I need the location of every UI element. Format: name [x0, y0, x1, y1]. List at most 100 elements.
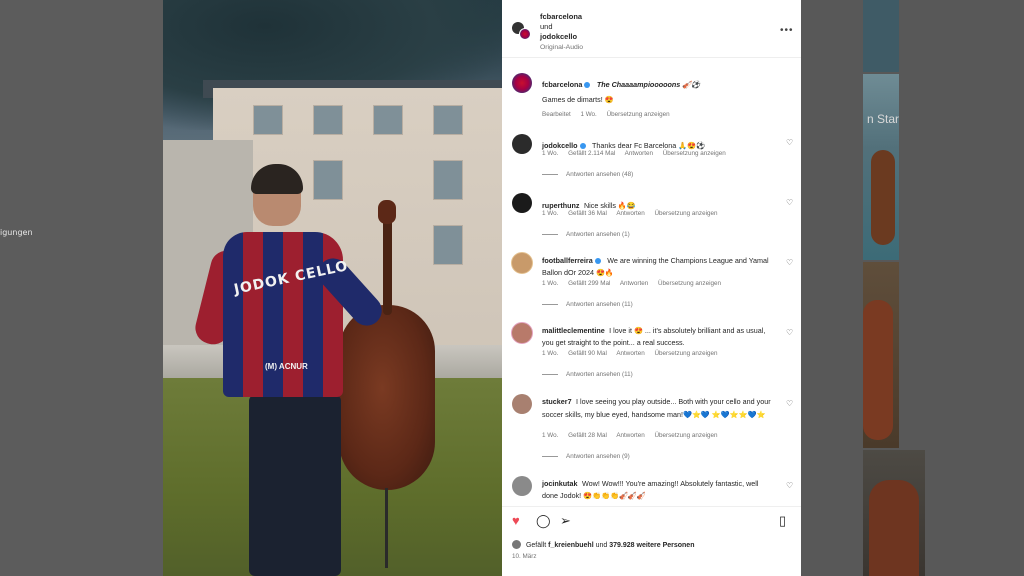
likes-count[interactable]: 379.928 weitere Personen	[609, 542, 694, 549]
timestamp[interactable]: 1 Wo.	[542, 350, 558, 357]
cello	[339, 305, 435, 490]
likes-count[interactable]: Gefällt 299 Mal	[568, 280, 610, 287]
avatar[interactable]	[512, 73, 532, 93]
verified-icon	[579, 143, 586, 149]
comment-icon[interactable]: ◯	[536, 513, 551, 529]
comment-text: I love seeing you play outside... Both w…	[542, 397, 771, 419]
liked-by-prefix: Gefällt	[525, 542, 547, 549]
avatar[interactable]	[511, 322, 533, 344]
photo-window	[313, 105, 343, 135]
likes-count[interactable]: Gefällt 36 Mal	[568, 210, 607, 217]
left-text-fragment: igungen	[0, 228, 33, 237]
heart-outline-icon[interactable]: ♡	[786, 198, 793, 207]
author-link[interactable]: jodokcello	[540, 32, 577, 41]
translate-link[interactable]: Übersetzung anzeigen	[654, 210, 717, 217]
verified-icon	[584, 82, 591, 88]
background-right: n Star	[863, 0, 1024, 576]
comment-meta: 1 Wo. Gefällt 28 Mal Antworten Übersetzu…	[542, 432, 725, 439]
liked-by-mid: und	[595, 542, 608, 549]
person-legs	[249, 395, 341, 576]
comment-username[interactable]: stucker7	[542, 397, 572, 406]
audio-link[interactable]: Original-Audio	[540, 43, 583, 52]
verified-icon	[594, 258, 601, 264]
caption-username[interactable]: fcbarcelona	[542, 80, 582, 89]
liked-by-user[interactable]: f_kreienbuehl	[548, 542, 594, 549]
reply-button[interactable]: Antworten	[616, 432, 644, 439]
view-replies[interactable]: Antworten ansehen (11)	[542, 301, 633, 308]
likes-count[interactable]: Gefällt 90 Mal	[568, 350, 607, 357]
reply-button[interactable]: Antworten	[620, 280, 648, 287]
photo-window	[433, 160, 463, 200]
comment-username[interactable]: footballferreira	[542, 256, 593, 265]
reply-button[interactable]: Antworten	[616, 350, 644, 357]
photo-window	[373, 105, 403, 135]
heart-outline-icon[interactable]: ♡	[786, 138, 793, 147]
avatar[interactable]	[512, 540, 521, 549]
caption-title: The Chaaaampiooooons 🎻⚽	[596, 80, 701, 89]
reply-button[interactable]: Antworten	[625, 150, 653, 157]
comment-username[interactable]: jocinkutak	[542, 479, 578, 488]
heart-outline-icon[interactable]: ♡	[786, 481, 793, 490]
post-actions: ♥ ◯ ➢ ▯ Gefällt f_kreienbuehl und 379.92…	[502, 506, 801, 576]
likes-count[interactable]: Gefällt 28 Mal	[568, 432, 607, 439]
translate-link[interactable]: Übersetzung anzeigen	[654, 350, 717, 357]
translate-link[interactable]: Übersetzung anzeigen	[654, 432, 717, 439]
photo-window	[313, 160, 343, 200]
view-replies[interactable]: Antworten ansehen (11)	[542, 371, 633, 378]
save-bookmark-icon[interactable]: ▯	[779, 513, 786, 529]
timestamp[interactable]: 1 Wo.	[542, 210, 558, 217]
cello-endpin	[385, 488, 388, 568]
timestamp[interactable]: 1 Wo.	[580, 111, 596, 118]
post-detail-panel: fcbarcelona und jodokcello Original-Audi…	[502, 0, 801, 576]
avatar[interactable]	[519, 28, 531, 40]
edited-label: Bearbeitet	[542, 111, 571, 118]
heart-outline-icon[interactable]: ♡	[786, 328, 793, 337]
avatar[interactable]	[511, 252, 533, 274]
like-heart-icon[interactable]: ♥	[512, 513, 520, 528]
heart-outline-icon[interactable]: ♡	[786, 399, 793, 408]
avatar[interactable]	[512, 476, 532, 496]
avatar[interactable]	[512, 394, 532, 414]
avatar[interactable]	[512, 193, 532, 213]
comment: jocinkutak Wow! Wow!!! You're amazing!! …	[502, 475, 801, 505]
comment-text: Thanks dear Fc Barcelona 🙏😍⚽	[592, 141, 706, 150]
view-replies[interactable]: Antworten ansehen (48)	[542, 171, 633, 178]
author-joiner: und	[540, 22, 553, 31]
person-jersey	[223, 232, 343, 397]
comment-text: Nice skills 🔥😂	[583, 201, 636, 210]
comment-username[interactable]: jodokcello	[542, 141, 578, 150]
comment-meta: 1 Wo. Gefällt 299 Mal Antworten Übersetz…	[542, 280, 729, 287]
timestamp[interactable]: 1 Wo.	[542, 150, 558, 157]
thumbnail-cello	[869, 480, 919, 576]
caption-meta: Bearbeitet 1 Wo. Übersetzung anzeigen	[542, 111, 678, 118]
grid-thumbnail	[863, 0, 899, 72]
comment-meta: 1 Wo. Gefällt 2.114 Mal Antworten Überse…	[542, 150, 734, 157]
share-icon[interactable]: ➢	[560, 513, 571, 529]
translate-link[interactable]: Übersetzung anzeigen	[607, 111, 670, 118]
translate-link[interactable]: Übersetzung anzeigen	[663, 150, 726, 157]
thumbnail-cello	[871, 150, 895, 245]
thumbnail-text: n Star	[867, 112, 900, 126]
timestamp[interactable]: 1 Wo.	[542, 280, 558, 287]
caption-text: Games de dimarts! 😍	[542, 95, 614, 104]
post-date: 10. März	[512, 553, 537, 560]
post-image[interactable]: JODOK CELLO (M) ACNUR	[163, 0, 502, 576]
more-icon[interactable]: •••	[780, 25, 794, 36]
caption: fcbarcelona The Chaaaampiooooons 🎻⚽ Game…	[502, 60, 801, 128]
view-replies[interactable]: Antworten ansehen (9)	[542, 453, 630, 460]
view-replies[interactable]: Antworten ansehen (1)	[542, 231, 630, 238]
avatar[interactable]	[512, 134, 532, 154]
cello-scroll	[378, 200, 396, 224]
reply-button[interactable]: Antworten	[616, 210, 644, 217]
author-link[interactable]: fcbarcelona	[540, 12, 582, 21]
photo-window	[253, 105, 283, 135]
heart-outline-icon[interactable]: ♡	[786, 258, 793, 267]
screen: igungen JODOK CELLO (M) ACNUR fcbarcelon…	[0, 0, 1024, 576]
comment-meta: 1 Wo. Gefällt 90 Mal Antworten Übersetzu…	[542, 350, 725, 357]
translate-link[interactable]: Übersetzung anzeigen	[658, 280, 721, 287]
timestamp[interactable]: 1 Wo.	[542, 432, 558, 439]
likes-count[interactable]: Gefällt 2.114 Mal	[568, 150, 615, 157]
post-header: fcbarcelona und jodokcello Original-Audi…	[502, 0, 801, 58]
comment-username[interactable]: ruperthunz	[542, 201, 580, 210]
comment-username[interactable]: malittleclementine	[542, 326, 605, 335]
